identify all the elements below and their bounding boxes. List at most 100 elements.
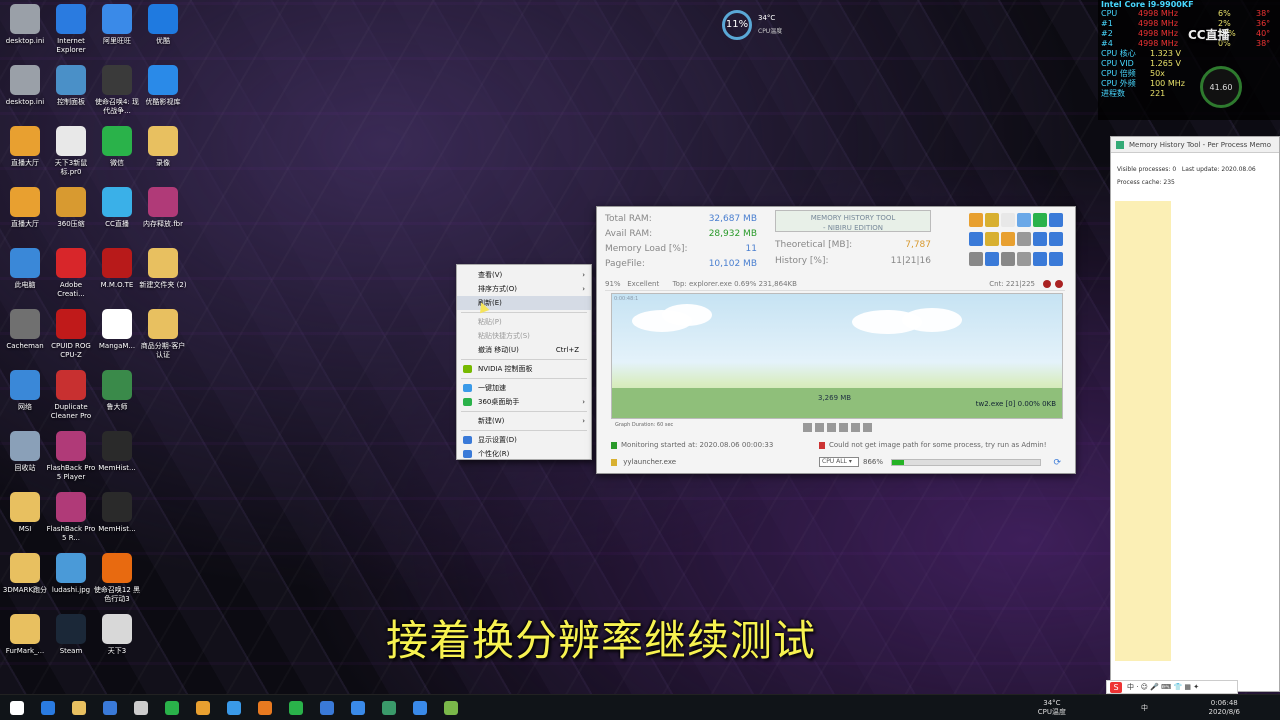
desktop-icon[interactable]: CPUID ROG CPU-Z — [46, 309, 96, 360]
context-menu-item[interactable]: NVIDIA 控制面板 — [457, 362, 591, 376]
visible-value: 0 — [1172, 166, 1177, 173]
context-menu-item[interactable]: 新建(W) › — [457, 414, 591, 428]
graph-btn-icon[interactable] — [815, 423, 824, 432]
tool-icon[interactable] — [134, 701, 148, 715]
desktop-icon[interactable]: 内存释放.fbr — [138, 187, 188, 229]
cod-icon — [102, 553, 132, 583]
store-icon[interactable] — [103, 701, 117, 715]
memhist-icon[interactable] — [444, 701, 458, 715]
desktop-icon[interactable]: 此电脑 — [0, 248, 50, 290]
windows-start-icon[interactable] — [10, 701, 24, 715]
context-menu-item[interactable]: 粘贴快捷方式(S) — [457, 329, 591, 343]
record-icon[interactable] — [1043, 280, 1051, 288]
graph-btn-icon[interactable] — [839, 423, 848, 432]
desktop-icon[interactable]: 直播大厅 — [0, 126, 50, 168]
desktop-icon[interactable]: MemHist... — [92, 492, 142, 534]
desktop-icon[interactable]: 天下3 — [92, 614, 142, 656]
context-menu-item[interactable]: 查看(V) › — [457, 268, 591, 282]
graph-btn-icon[interactable] — [803, 423, 812, 432]
toolbar-icon[interactable] — [1049, 232, 1063, 247]
clock[interactable]: 0:06:48 2020/8/6 — [1209, 699, 1240, 717]
edge-icon[interactable] — [41, 701, 55, 715]
context-menu-item[interactable]: 粘贴(P) — [457, 315, 591, 329]
toolbar-icon[interactable] — [969, 213, 983, 227]
context-menu-item[interactable]: 一键加速 — [457, 381, 591, 395]
desktop-icon[interactable]: FlashBack Pro 5 Player — [46, 431, 96, 482]
desktop-icon[interactable]: 使命召唤4: 现代战争... — [92, 65, 142, 116]
app-blue-icon[interactable] — [320, 701, 334, 715]
toolbar-icon[interactable] — [1001, 213, 1015, 227]
desktop-icon[interactable]: desktop.ini — [0, 4, 50, 46]
desktop-icon[interactable]: Cacheman — [0, 309, 50, 351]
desktop-icon[interactable]: 录像 — [138, 126, 188, 168]
desktop-icon[interactable]: Steam — [46, 614, 96, 656]
toolbar-icon[interactable] — [1001, 251, 1015, 266]
desktop-icon[interactable]: MangaM... — [92, 309, 142, 351]
desktop-icon[interactable]: Adobe Creati... — [46, 248, 96, 299]
graph-btn-icon[interactable] — [827, 423, 836, 432]
toolbar-icon[interactable] — [985, 213, 999, 227]
desktop-icon[interactable]: 回收站 — [0, 431, 50, 473]
context-menu-item[interactable]: 撤消 移动(U) Ctrl+Z — [457, 343, 591, 357]
desktop-icon[interactable]: FlashBack Pro 5 R... — [46, 492, 96, 543]
desktop-icon[interactable]: desktop.ini — [0, 65, 50, 107]
desktop-icon[interactable]: M.M.O.TE — [92, 248, 142, 290]
context-menu-item[interactable]: 显示设置(D) — [457, 433, 591, 447]
desktop-icon[interactable]: 天下3新鼠标.pr0 — [46, 126, 96, 177]
toolbar-icon[interactable] — [969, 232, 983, 247]
stop-icon[interactable] — [1055, 280, 1063, 288]
toolbar-icon[interactable] — [985, 232, 999, 247]
per-process-memory-window[interactable]: Memory History Tool - Per Process Memo V… — [1110, 136, 1280, 692]
desktop-icon[interactable]: Internet Explorer — [46, 4, 96, 55]
flashback-icon[interactable] — [413, 701, 427, 715]
desktop-icon[interactable]: 360压缩 — [46, 187, 96, 229]
search-tool-icon[interactable] — [258, 701, 272, 715]
desktop-icon[interactable]: 直播大厅 — [0, 187, 50, 229]
graph-btn-icon[interactable] — [863, 423, 872, 432]
desktop-icon[interactable]: 微信 — [92, 126, 142, 168]
desktop-icon[interactable]: 阿里旺旺 — [92, 4, 142, 46]
file-explorer-icon[interactable] — [72, 701, 86, 715]
desktop-icon[interactable]: 3DMARK跑分 — [0, 553, 50, 595]
toolbar-icon[interactable] — [1017, 251, 1031, 266]
desktop-icon[interactable]: 网络 — [0, 370, 50, 412]
browser-360-icon[interactable] — [165, 701, 179, 715]
toolbar-icon[interactable] — [1049, 213, 1063, 227]
input-language[interactable]: 中 — [1141, 703, 1148, 713]
desktop-icon[interactable]: Duplicate Cleaner Pro — [46, 370, 96, 421]
desktop-icon[interactable]: MSI — [0, 492, 50, 534]
desktop-icon[interactable]: 控制面板 — [46, 65, 96, 107]
cpu-select[interactable]: CPU ALL ▾ — [819, 457, 859, 467]
desktop-icon[interactable]: MemHist... — [92, 431, 142, 473]
toolbar-icon[interactable] — [1033, 232, 1047, 247]
context-menu-item[interactable]: 个性化(R) — [457, 447, 591, 461]
desktop-icon[interactable]: FurMark_... — [0, 614, 50, 656]
desktop-icon[interactable]: 商品分期-客户认证 — [138, 309, 188, 360]
desktop-icon[interactable]: 新建文件夹 (2) — [138, 248, 188, 290]
desktop-icon[interactable]: 鲁大师 — [92, 370, 142, 412]
refresh-icon[interactable]: ⟳ — [1053, 456, 1061, 470]
toolbar-icon[interactable] — [1049, 251, 1063, 266]
context-menu-item[interactable]: 360桌面助手 › — [457, 395, 591, 409]
toolbar-icon[interactable] — [1017, 232, 1031, 247]
toolbar-icon[interactable] — [1033, 251, 1047, 266]
desktop-icon[interactable]: 优酷影视库 — [138, 65, 188, 107]
folder-icon[interactable] — [196, 701, 210, 715]
toolbar-icon[interactable] — [969, 251, 983, 266]
desktop-icon[interactable]: 使命召唤12 黑色行动3 — [92, 553, 142, 604]
context-menu-item[interactable]: 排序方式(O) › — [457, 282, 591, 296]
terminal-icon[interactable] — [382, 701, 396, 715]
toolbar-icon[interactable] — [1001, 232, 1015, 247]
desktop-icon[interactable]: CC直播 — [92, 187, 142, 229]
toolbar-icon[interactable] — [1033, 213, 1047, 227]
desktop-icon[interactable]: 优酷 — [138, 4, 188, 46]
desktop-icon[interactable]: ludashi.jpg — [46, 553, 96, 595]
ludashi-icon[interactable] — [351, 701, 365, 715]
ime-toolbar[interactable]: 中 · ☺ 🎤 ⌨ 👕 ▦ ✦ — [1106, 680, 1238, 694]
wechat-icon[interactable] — [289, 701, 303, 715]
toolbar-icon[interactable] — [1017, 213, 1031, 227]
memory-history-tool-window[interactable]: Total RAM: 32,687 MB Avail RAM: 28,932 MB Me… — [596, 206, 1076, 474]
toolbar-icon[interactable] — [985, 251, 999, 266]
media-play-icon[interactable] — [227, 701, 241, 715]
graph-btn-icon[interactable] — [851, 423, 860, 432]
